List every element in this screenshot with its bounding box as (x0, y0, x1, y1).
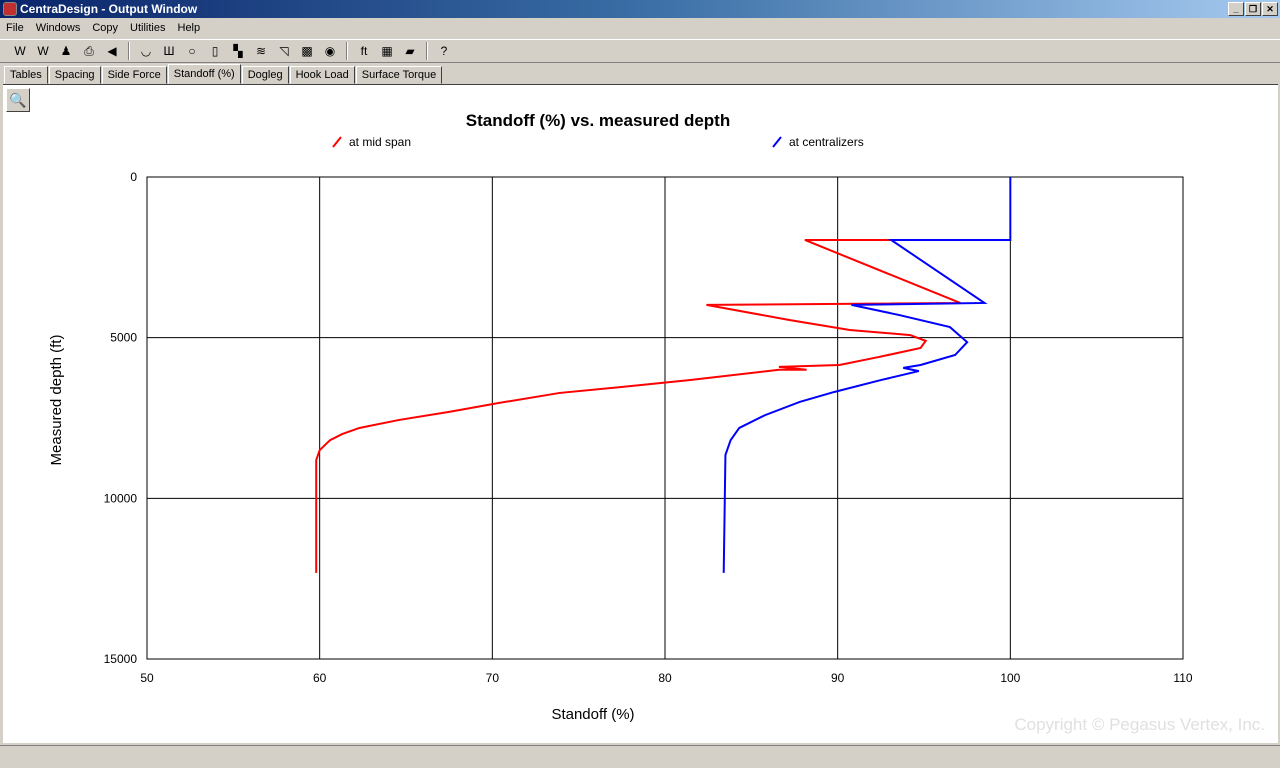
legend-swatch-mid-span (332, 136, 342, 148)
x-tick-label: 70 (486, 671, 500, 685)
x-tick-label: 50 (140, 671, 154, 685)
status-bar (0, 745, 1280, 768)
x-tick-label: 100 (1000, 671, 1020, 685)
x-tick-label: 110 (1173, 671, 1192, 685)
x-axis-label: Standoff (%) (551, 706, 634, 723)
series-line-centralizers (722, 177, 1012, 573)
y-tick-label: 15000 (104, 652, 138, 666)
standoff-chart: Standoff (%) vs. measured depth at mid s… (48, 111, 1265, 734)
y-tick-label: 5000 (110, 331, 137, 345)
x-tick-label: 80 (658, 671, 672, 685)
y-axis-label: Measured depth (ft) (48, 335, 65, 466)
legend: at mid span at centralizers (332, 135, 864, 149)
x-tick-label: 60 (313, 671, 327, 685)
y-tick-label: 10000 (104, 491, 138, 505)
series-line-mid-span (315, 238, 961, 573)
chart-title: Standoff (%) vs. measured depth (466, 111, 730, 130)
y-tick-label: 0 (130, 170, 137, 184)
legend-swatch-centralizers (772, 136, 782, 148)
legend-label-centralizers: at centralizers (789, 135, 864, 149)
copyright-watermark: Copyright © Pegasus Vertex, Inc. (1014, 715, 1265, 734)
x-tick-label: 90 (831, 671, 845, 685)
legend-label-mid-span: at mid span (349, 135, 411, 149)
